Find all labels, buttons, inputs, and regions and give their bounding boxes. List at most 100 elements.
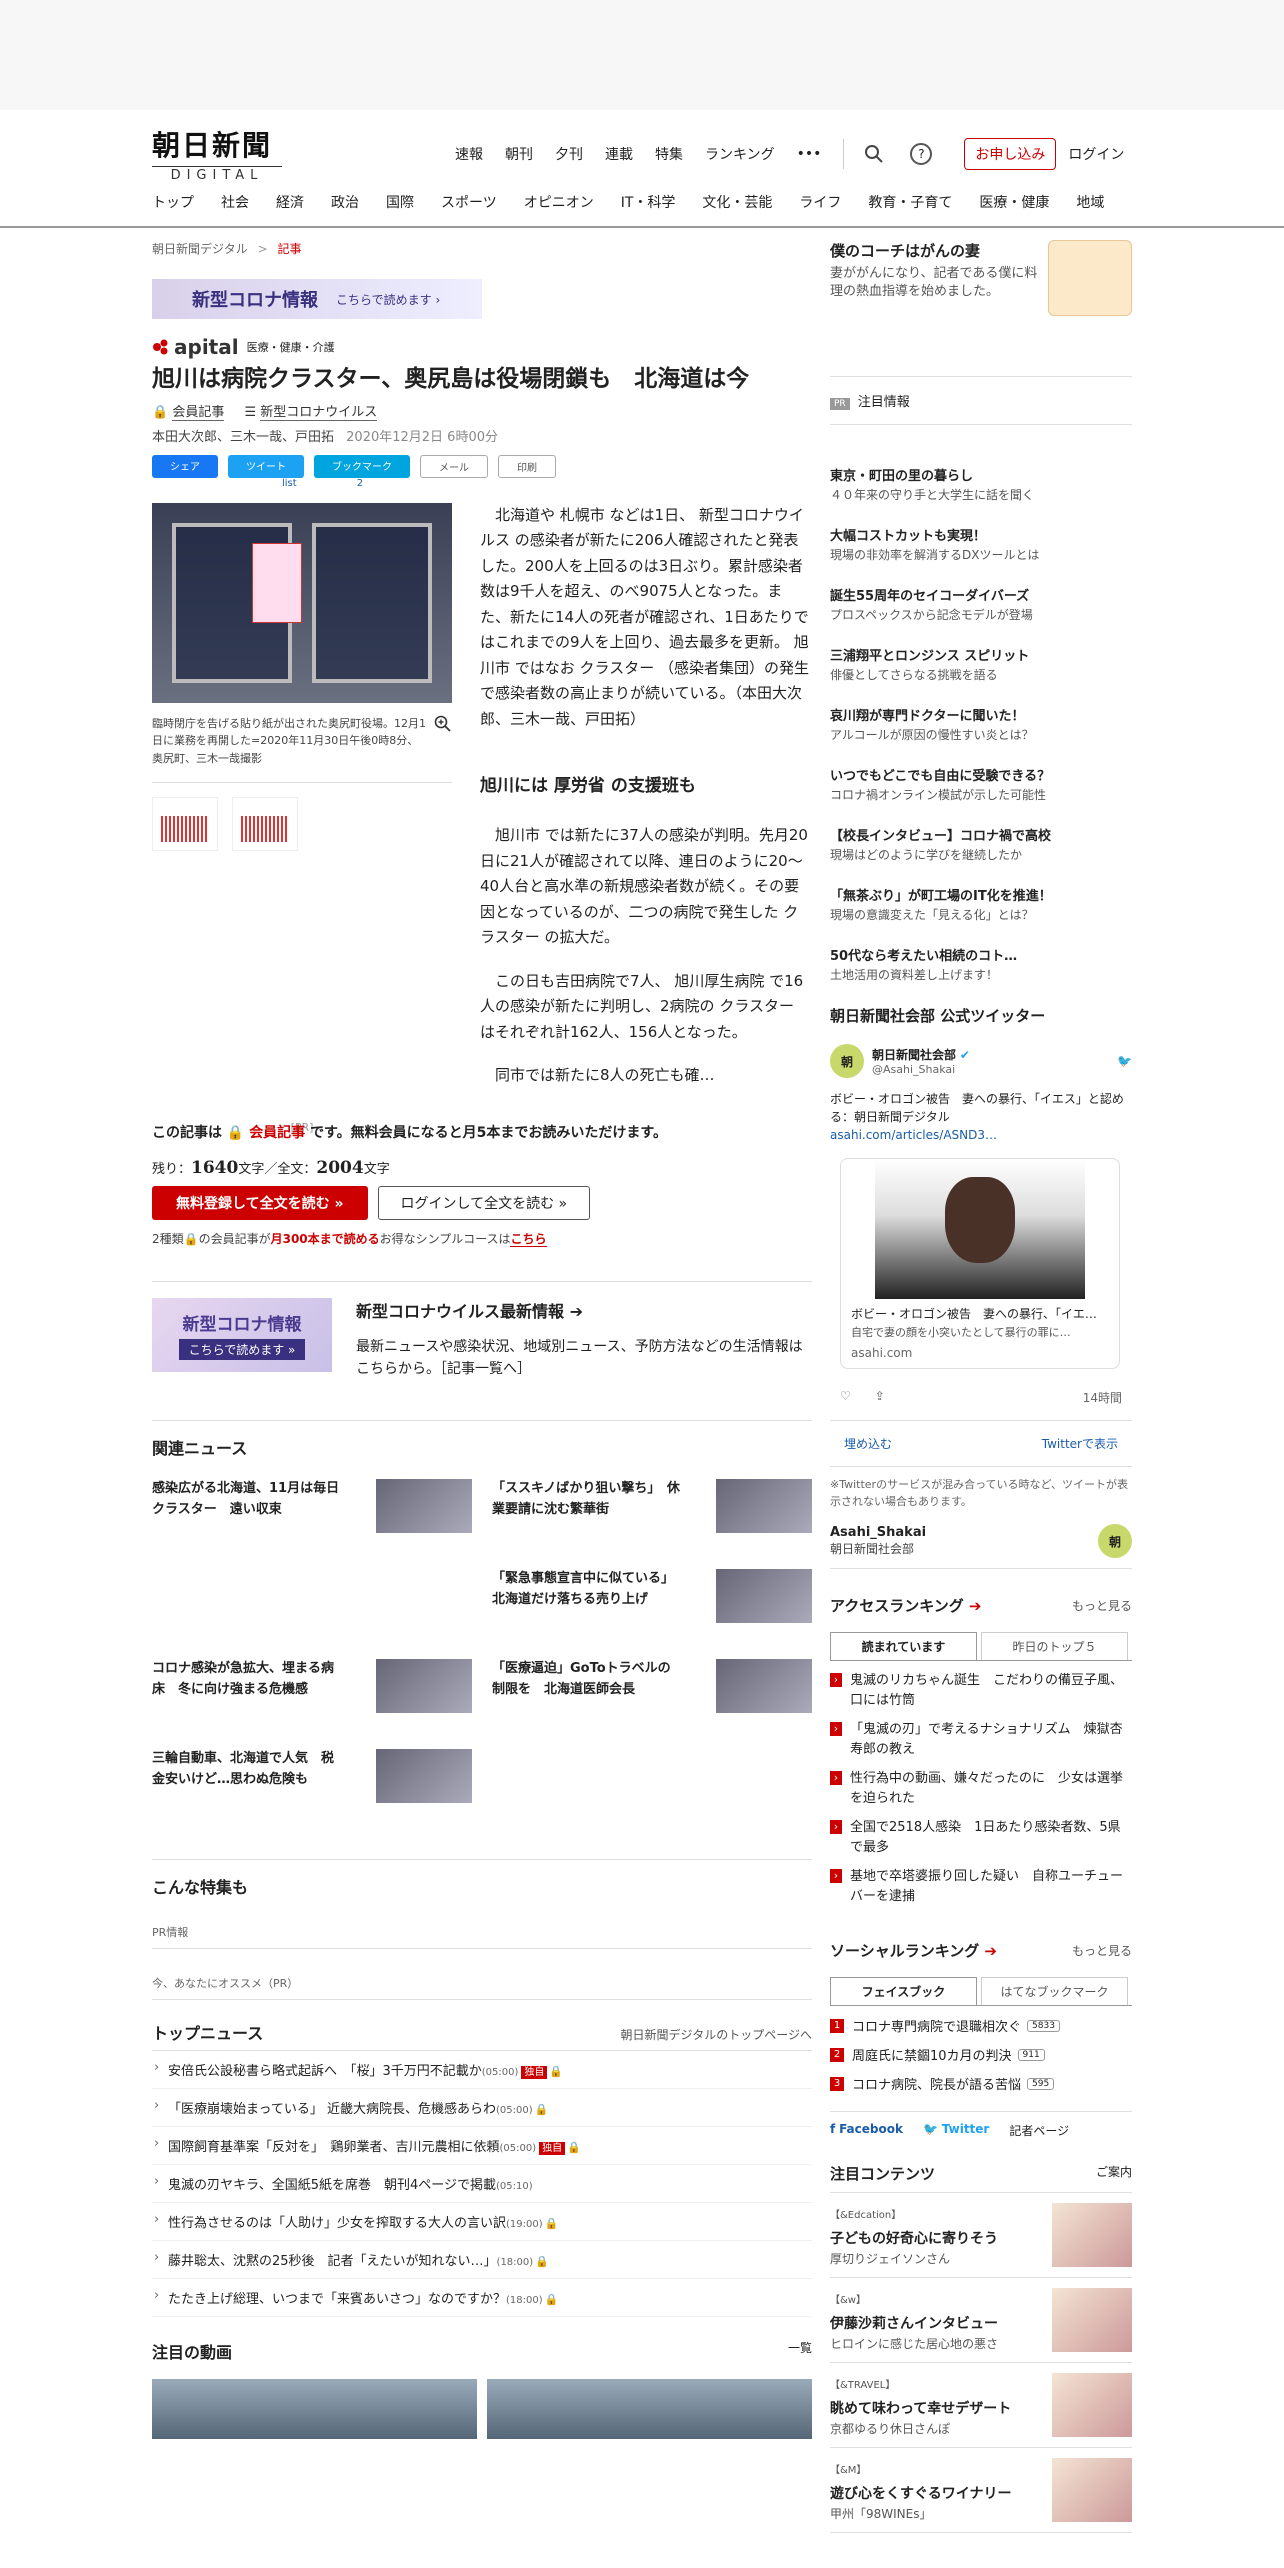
topic-link[interactable]: 新型コロナウイルス (260, 404, 378, 421)
covid-box-title[interactable]: 新型コロナウイルス最新情報 ➔ (356, 1298, 812, 1322)
related-item[interactable]: コロナ感染が急拡大、埋まる病床 冬に向け強まる危機感 (152, 1659, 472, 1729)
social-ranking-title-wrap[interactable]: ソーシャルランキング ➔ (830, 1940, 997, 1961)
related-item[interactable]: 「医療逼迫」GoToトラベルの制限を 北海道医師会長 (492, 1659, 812, 1729)
more-menu-icon[interactable]: ••• (797, 146, 822, 162)
twitter-link[interactable]: 🐦 Twitter (923, 2122, 989, 2139)
breadcrumb-home[interactable]: 朝日新聞デジタル (152, 242, 248, 256)
util-link-series[interactable]: 連載 (605, 144, 633, 164)
pr-item[interactable]: いつでもどこでも自由に受験できる？ コロナ禍オンライン模試が示した可能性 (830, 765, 1132, 803)
access-ranking-title-wrap[interactable]: アクセスランキング ➔ (830, 1595, 981, 1616)
covid-banner[interactable]: 新型コロナ情報 こちらで読めます › (152, 279, 482, 319)
tab-most-read[interactable]: 読まれています (830, 1632, 977, 1660)
thumbnail-chart-1[interactable] (152, 796, 218, 851)
featured-item[interactable]: 【&TRAVEL】 眺めて味わって幸せデザート 京都ゆるり休日さんぽ (830, 2363, 1132, 2448)
pr-item[interactable]: 50代なら考えたい相続のコト… 土地活用の資料差し上げます！ (830, 945, 1132, 983)
pr-item[interactable]: 誕生55周年のセイコーダイバーズ プロスペックスから記念モデルが登場 (830, 585, 1132, 623)
featured-item[interactable]: 【&w】 伊藤沙莉さんインタビュー ヒロインに感じた居心地の悪さ (830, 2278, 1132, 2363)
nav-politics[interactable]: 政治 (331, 192, 359, 212)
article-photo[interactable] (152, 502, 452, 703)
related-item[interactable]: 三輪自動車、北海道で人気 税金安いけど…思わぬ危険も (152, 1749, 472, 1819)
apply-button[interactable]: お申し込み (964, 138, 1057, 170)
social-ranking-item[interactable]: 2 周庭氏に禁錮10カ月の判決 911 (830, 2045, 1132, 2064)
featured-item[interactable]: 【&Edcation】 子どもの好奇心に寄りそう 厚切りジェイソンさん (830, 2193, 1132, 2278)
tweet-link[interactable]: asahi.com/articles/ASND3… (830, 1128, 997, 1142)
util-link-morning[interactable]: 朝刊 (505, 144, 533, 164)
nav-society[interactable]: 社会 (221, 192, 249, 212)
nav-health[interactable]: 医療・健康 (979, 192, 1049, 212)
top-news-item[interactable]: 性行為させるのは「人助け」少女を搾取する大人の言い訳(19:00)🔒 (152, 2203, 812, 2242)
nav-top[interactable]: トップ (152, 192, 194, 212)
top-news-item[interactable]: 「医療崩壊始まっている」 近畿大病院長、危機感あらわ(05:00)🔒 (152, 2089, 812, 2128)
social-more-link[interactable]: もっと見る (1072, 1942, 1132, 1959)
top-news-item[interactable]: 藤井聡太、沈黙の25秒後 記者「えたいが知れない…」(18:00)🔒 (152, 2241, 812, 2280)
top-news-item[interactable]: 国際飼育基準案「反対を」 鶏卵業者、吉川元農相に依頼(05:00)独自🔒 (152, 2127, 812, 2166)
ranking-item[interactable]: 「鬼滅の刃」で考えるナショナリズム 煉獄杏寿郎の教え (830, 1720, 1132, 1759)
tab-facebook[interactable]: フェイスブック (830, 1977, 977, 2005)
share-hatena-button[interactable]: ブックマーク (314, 454, 410, 478)
nav-sports[interactable]: スポーツ (441, 192, 497, 212)
video-thumb[interactable] (152, 2379, 477, 2440)
course-link[interactable]: こちら (510, 1231, 547, 1247)
nav-region[interactable]: 地域 (1076, 192, 1104, 212)
related-item[interactable]: 「ススキノばかり狙い撃ち」 休業要請に沈む繁華街 (492, 1479, 812, 1549)
nav-international[interactable]: 国際 (386, 192, 414, 212)
nav-opinion[interactable]: オピニオン (524, 192, 594, 212)
help-icon[interactable]: ? (910, 143, 933, 165)
util-link-breaking[interactable]: 速報 (455, 144, 483, 164)
member-badge[interactable]: 会員記事 (172, 404, 225, 421)
nav-education[interactable]: 教育・子育て (868, 192, 952, 212)
util-link-features[interactable]: 特集 (655, 144, 683, 164)
social-ranking-item[interactable]: 3 コロナ病院、院長が語る苦悩 595 (830, 2074, 1132, 2093)
pr-item[interactable]: 東京・町田の里の暮らし ４０年来の守り手と大学生に話を聞く (830, 465, 1132, 503)
video-list-link[interactable]: 一覧 (788, 2339, 812, 2363)
ranking-item[interactable]: 基地で卒塔婆振り回した疑い 自称ユーチューバーを逮捕 (830, 1867, 1132, 1906)
apital-brand[interactable]: apital 医療・健康・介護 (152, 335, 812, 359)
nav-it-science[interactable]: IT・科学 (621, 192, 676, 212)
share-icon[interactable]: ⇪ (875, 1389, 885, 1406)
ranking-item[interactable]: 全国で2518人感染 1日あたり感染者数、5県で最多 (830, 1818, 1132, 1857)
print-button[interactable]: 印刷 (498, 454, 556, 478)
heart-icon[interactable]: ♡ (840, 1389, 851, 1406)
share-mail-button[interactable]: メール (420, 454, 488, 478)
thumbnail-chart-2[interactable] (232, 796, 298, 851)
tweet-time[interactable]: 14時間 (1083, 1389, 1122, 1406)
zoom-icon[interactable] (434, 715, 452, 733)
coach-feature[interactable]: 僕のコーチはがんの妻 妻ががんになり、記者である僕に料理の熱血指導を始めました。 (830, 240, 1132, 316)
related-item[interactable]: 「緊急事態宣言中に似ている」北海道だけ落ちる売り上げ (492, 1569, 812, 1639)
register-read-button[interactable]: 無料登録して全文を読む » (152, 1185, 368, 1220)
nav-life[interactable]: ライフ (799, 192, 841, 212)
top-news-link[interactable]: 朝日新聞デジタルのトップページへ (620, 2026, 812, 2043)
nav-culture[interactable]: 文化・芸能 (702, 192, 772, 212)
search-icon[interactable] (864, 144, 884, 164)
tab-hatena[interactable]: はてなブックマーク (981, 1977, 1128, 2005)
site-logo[interactable]: 朝日新聞 DIGITAL (152, 124, 282, 183)
pr-item[interactable]: 三浦翔平とロンジンス スピリット 俳優としてさらなる挑戦を語る (830, 645, 1132, 683)
covid-box-banner[interactable]: 新型コロナ情報 こちらで読めます » (152, 1297, 332, 1372)
embed-link[interactable]: 埋め込む (844, 1435, 892, 1452)
login-link[interactable]: ログイン (1068, 144, 1124, 164)
tab-yesterday-top5[interactable]: 昨日のトップ５ (981, 1632, 1128, 1660)
ranking-item[interactable]: 性行為中の動画、嫌々だったのに 少女は選挙を迫られた (830, 1769, 1132, 1808)
related-item[interactable]: 感染広がる北海道、11月は毎日クラスター 遠い収束 (152, 1479, 472, 1549)
social-ranking-item[interactable]: 1 コロナ専門病院で退職相次ぐ 5833 (830, 2016, 1132, 2035)
top-news-item[interactable]: 鬼滅の刃ヤキラ、全国紙5紙を席巻 朝刊4ページで掲載(05:10) (152, 2165, 812, 2204)
ranking-item[interactable]: 鬼滅のリカちゃん誕生 こだわりの備豆子風、口には竹筒 (830, 1671, 1132, 1710)
featured-guide-link[interactable]: ご案内 (1096, 2163, 1132, 2184)
login-read-button[interactable]: ログインして全文を読む » (377, 1185, 591, 1220)
bookmark-count[interactable]: 2 (357, 478, 363, 489)
pr-item[interactable]: 大幅コストカットも実現！ 現場の非効率を解消するDXツールとは (830, 525, 1132, 563)
access-more-link[interactable]: もっと見る (1072, 1597, 1132, 1614)
share-twitter-button[interactable]: ツイート (228, 454, 304, 478)
tweet-user[interactable]: 朝 朝日新聞社会部 ✔ @Asahi_Shakai 🐦 (830, 1044, 1132, 1078)
twitter-account[interactable]: Asahi_Shakai 朝日新聞社会部 朝 (830, 1524, 1132, 1569)
reporter-page-link[interactable]: 記者ページ (1009, 2122, 1069, 2139)
pr-item[interactable]: 「無茶ぶり」が町工場のIT化を推進！ 現場の意識変えた「見える化」とは？ (830, 885, 1132, 923)
tweet-card[interactable]: ボビー・オロゴン被告 妻への暴行、「イエ… 自宅で妻の顔を小突いたとして暴行の罪… (840, 1158, 1120, 1369)
top-news-item[interactable]: たたき上げ総理、いつまで「来賓あいさつ」なのですか？(18:00)🔒 (152, 2279, 812, 2318)
view-on-twitter-link[interactable]: Twitterで表示 (1042, 1435, 1118, 1452)
pr-item[interactable]: 哀川翔が専門ドクターに聞いた！ アルコールが原因の慢性すい炎とは？ (830, 705, 1132, 743)
util-link-ranking[interactable]: ランキング (705, 144, 775, 164)
facebook-link[interactable]: f Facebook (830, 2122, 903, 2139)
pr-item[interactable]: 【校長インタビュー】コロナ禍で高校 現場はどのように学びを継続したか (830, 825, 1132, 863)
tweet-count[interactable]: list (282, 478, 297, 489)
